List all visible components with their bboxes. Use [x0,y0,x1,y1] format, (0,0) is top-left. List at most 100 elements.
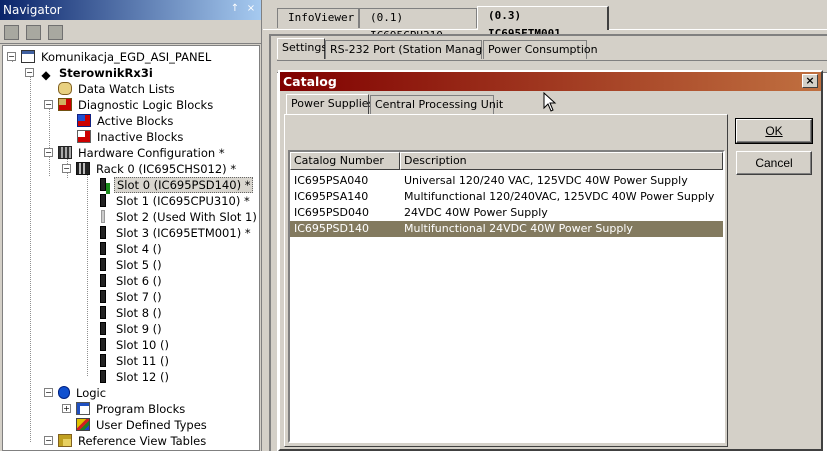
tree-item-label: Slot 5 () [116,258,162,272]
watch-list-icon [58,82,72,95]
user-defined-types-icon [76,418,90,431]
catalog-list-header: Catalog Number Description [290,152,723,170]
tab-central-processing-unit[interactable]: Central Processing Unit [370,95,503,114]
tree-item-slot-5[interactable]: Slot 5 () [96,257,164,273]
tree-item-slot-2[interactable]: Slot 2 (Used With Slot 1) [96,209,259,225]
tree-item-label: Inactive Blocks [97,130,184,144]
tree-item-slot-10[interactable]: Slot 10 () [96,337,171,353]
program-blocks-icon [76,402,90,415]
catalog-title: Catalog [280,72,821,91]
tree-item-label: Logic [76,386,107,400]
document-tabs: InfoViewer (0.1) IC695CPU310 (0.3) IC695… [263,6,827,42]
tree-item-diagnostic-logic-blocks[interactable]: − Diagnostic Logic Blocks [44,97,215,113]
collapse-icon[interactable]: − [44,388,53,397]
tree-item-slot-11[interactable]: Slot 11 () [96,353,171,369]
tree-item-label: Slot 7 () [116,290,162,304]
catalog-row-selected[interactable]: IC695PSD140 Multifunctional 24VDC 40W Po… [290,221,723,237]
navigator-toolbar [0,22,261,44]
catalog-number: IC695PSA040 [294,174,369,187]
tree-item-label: Slot 10 () [116,338,169,352]
expand-icon[interactable]: + [62,404,71,413]
tree-item-reference-view-tables[interactable]: − Reference View Tables [44,433,208,449]
navigator-tree: − Komunikacja_EGD_ASI_PANEL − ◆ Sterownik… [2,45,260,451]
module-icon [100,306,106,319]
tree-item-project[interactable]: − Komunikacja_EGD_ASI_PANEL [7,49,213,65]
tree-item-slot-7[interactable]: Slot 7 () [96,289,164,305]
close-icon[interactable]: × [244,3,258,16]
collapse-icon[interactable]: − [7,52,16,61]
tree-item-label: Active Blocks [97,114,174,128]
catalog-list: Catalog Number Description IC695PSA040 U… [288,150,725,443]
tree-item-slot-9[interactable]: Slot 9 () [96,321,164,337]
navigator-pane: Navigator ↑ × − Komunikacja_EGD_ASI_PANE… [0,0,262,451]
tree-item-label: Slot 8 () [116,306,162,320]
tab-settings[interactable]: Settings [277,38,327,59]
tree-item-slot-0[interactable]: Slot 0 (IC695PSD140) * [96,177,254,193]
info-tab-icon[interactable] [48,25,63,40]
tree-item-active-blocks[interactable]: Active Blocks [77,113,175,129]
tree-item-user-defined-types[interactable]: User Defined Types [76,417,209,433]
collapse-icon[interactable]: − [44,148,53,157]
ok-button-label: OK [765,124,783,138]
module-icon [100,370,106,383]
tree-item-label: Slot 12 () [116,370,169,384]
tab-power-supplies[interactable]: Power Supplies [286,94,374,115]
column-header-catalog-number[interactable]: Catalog Number [290,152,400,170]
tab-rs232-port[interactable]: RS-232 Port (Station Manager) [325,40,498,59]
module-icon [100,322,106,335]
catalog-row[interactable]: IC695PSD040 24VDC 40W Power Supply [290,205,723,221]
project-tab-icon[interactable] [4,25,19,40]
toolchest-tab-icon[interactable] [26,25,41,40]
tree-item-hardware-configuration[interactable]: − Hardware Configuration * [44,145,227,161]
tree-line [49,106,50,176]
tree-item-slot-12[interactable]: Slot 12 () [96,369,171,385]
tab-power-consumption[interactable]: Power Consumption [483,40,598,59]
tree-item-slot-3[interactable]: Slot 3 (IC695ETM001) * [96,225,253,241]
tree-item-label: Komunikacja_EGD_ASI_PANEL [41,50,212,64]
tree-item-target[interactable]: − ◆ SterownikRx3i [25,65,155,82]
collapse-icon[interactable]: − [62,164,71,173]
tab-ic695etm001[interactable]: (0.3) IC695ETM001 [477,6,609,40]
tree-item-program-blocks[interactable]: + Program Blocks [62,401,187,417]
cancel-button[interactable]: Cancel [736,151,812,175]
catalog-description: Multifunctional 120/240VAC, 125VDC 40W P… [404,190,715,203]
tree-line [87,170,88,376]
tree-item-data-watch-lists[interactable]: Data Watch Lists [58,81,177,97]
tree-item-label: SterownikRx3i [59,66,153,80]
tab-ic695cpu310[interactable]: (0.1) IC695CPU310 [359,8,477,42]
catalog-row[interactable]: IC695PSA140 Multifunctional 120/240VAC, … [290,189,723,205]
pin-icon[interactable]: ↑ [228,3,242,16]
close-icon[interactable]: × [802,74,818,88]
collapse-icon[interactable]: − [25,68,34,77]
logic-icon [58,386,70,399]
tree-item-slot-4[interactable]: Slot 4 () [96,241,164,257]
tree-item-slot-1[interactable]: Slot 1 (IC695CPU310) * [96,193,252,209]
ok-button[interactable]: OK [735,118,813,144]
tab-infoviewer[interactable]: InfoViewer [277,8,359,28]
tree-item-label: Slot 9 () [116,322,162,336]
tree-item-logic[interactable]: − Logic [44,385,108,401]
tree-item-label: Slot 0 (IC695PSD140) * [114,177,254,193]
module-icon [100,338,106,351]
active-blocks-icon [77,114,91,127]
module-icon [100,258,106,271]
power-module-icon [100,178,106,191]
catalog-number: IC695PSD040 [294,206,370,219]
navigator-title: Navigator [0,0,261,20]
tree-item-rack-0[interactable]: − Rack 0 (IC695CHS012) * [62,161,238,177]
tree-item-label: Slot 4 () [116,242,162,256]
diagnostic-blocks-icon [58,98,72,111]
tree-item-slot-8[interactable]: Slot 8 () [96,305,164,321]
tree-item-label: Slot 6 () [116,274,162,288]
catalog-panel: Catalog Number Description IC695PSA040 U… [284,114,728,447]
catalog-row[interactable]: IC695PSA040 Universal 120/240 VAC, 125VD… [290,173,723,189]
catalog-description: 24VDC 40W Power Supply [404,206,548,219]
tree-item-inactive-blocks[interactable]: Inactive Blocks [77,129,185,145]
collapse-icon[interactable]: − [44,436,53,445]
tree-item-slot-6[interactable]: Slot 6 () [96,273,164,289]
tree-item-label: User Defined Types [96,418,207,432]
tree-item-label: Hardware Configuration * [78,146,225,160]
module-icon [100,354,106,367]
collapse-icon[interactable]: − [44,100,53,109]
column-header-description[interactable]: Description [400,152,723,170]
